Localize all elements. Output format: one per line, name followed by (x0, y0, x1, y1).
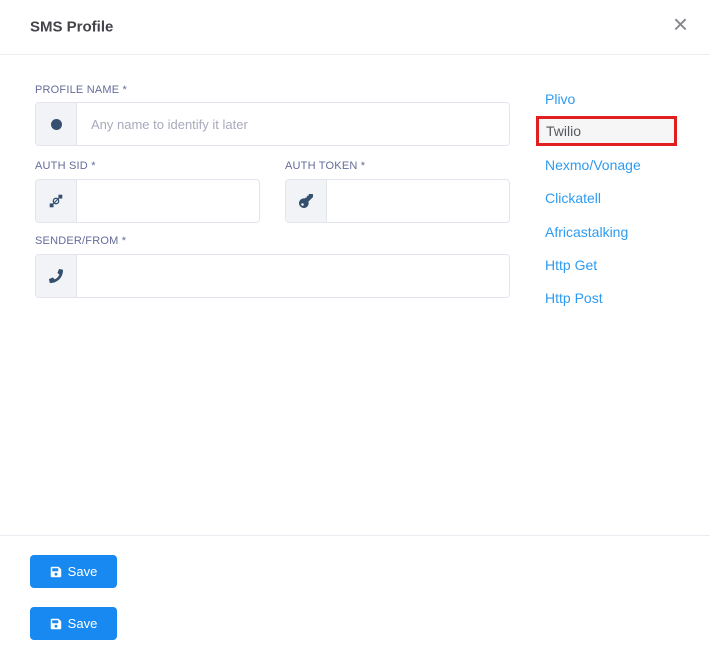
sms-profile-modal: SMS Profile × PROFILE NAME * AUTH SID * … (0, 0, 710, 652)
profile-name-input[interactable] (77, 103, 509, 145)
provider-link-africastalking[interactable]: Africastalking (545, 225, 628, 240)
auth-token-addon (286, 180, 327, 222)
modal-title: SMS Profile (30, 19, 113, 36)
provider-link-twilio-selected[interactable]: Twilio (536, 116, 677, 146)
save-button[interactable]: Save (30, 555, 117, 588)
profile-name-addon (36, 103, 77, 145)
sender-from-input-group (35, 254, 510, 298)
auth-token-input[interactable] (327, 180, 509, 222)
floppy-disk-icon (50, 566, 62, 578)
footer-divider (0, 535, 710, 536)
provider-link-clickatell[interactable]: Clickatell (545, 191, 601, 206)
phone-icon (49, 269, 63, 283)
auth-sid-label: AUTH SID * (35, 160, 96, 172)
modal-header: SMS Profile × (0, 0, 710, 55)
profile-name-label: PROFILE NAME * (35, 84, 127, 96)
sender-from-input[interactable] (77, 255, 509, 297)
auth-sid-input[interactable] (77, 180, 259, 222)
auth-sid-input-group (35, 179, 260, 223)
save-button-label: Save (68, 564, 98, 579)
provider-label-twilio: Twilio (546, 123, 581, 139)
close-icon[interactable]: × (673, 11, 688, 37)
floppy-disk-icon (50, 618, 62, 630)
save-button-secondary[interactable]: Save (30, 607, 117, 640)
auth-token-input-group (285, 179, 510, 223)
sender-from-addon (36, 255, 77, 297)
profile-name-input-group (35, 102, 510, 146)
save-button-label: Save (68, 616, 98, 631)
account-sid-icon (49, 194, 63, 208)
key-icon (299, 194, 313, 208)
provider-link-http-get[interactable]: Http Get (545, 258, 597, 273)
circle-icon (51, 119, 62, 130)
provider-link-nexmo-vonage[interactable]: Nexmo/Vonage (545, 158, 641, 173)
sender-from-label: SENDER/FROM * (35, 235, 126, 247)
auth-sid-addon (36, 180, 77, 222)
provider-link-http-post[interactable]: Http Post (545, 291, 603, 306)
auth-token-label: AUTH TOKEN * (285, 160, 365, 172)
provider-link-plivo[interactable]: Plivo (545, 92, 575, 107)
